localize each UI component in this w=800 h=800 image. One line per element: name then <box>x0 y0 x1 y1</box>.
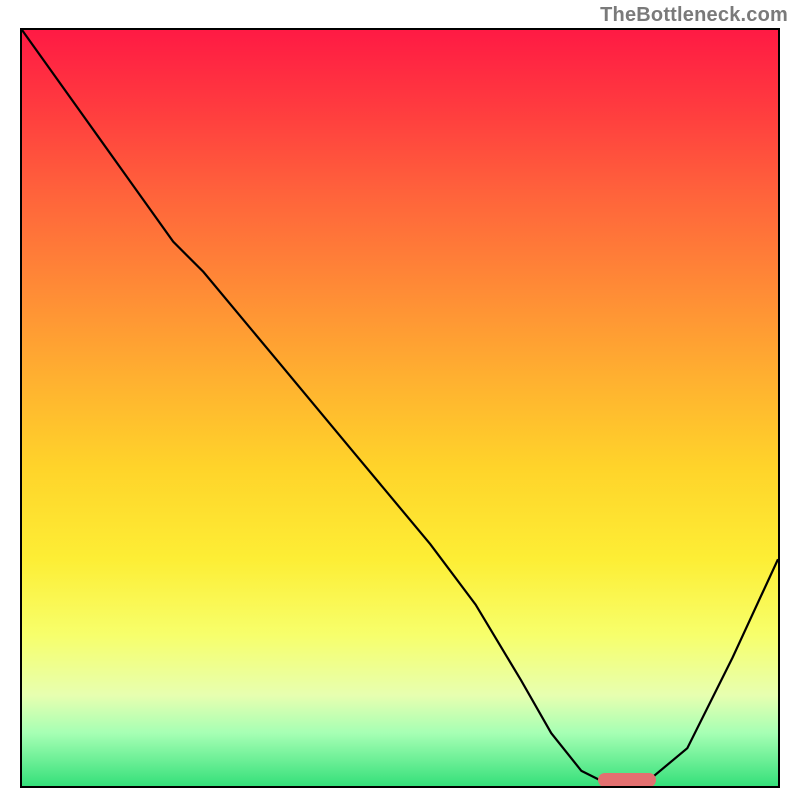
plot-area <box>20 28 780 788</box>
bottleneck-curve <box>22 30 778 786</box>
optimal-marker <box>598 773 656 787</box>
chart-container: TheBottleneck.com <box>0 0 800 800</box>
watermark: TheBottleneck.com <box>600 4 788 27</box>
